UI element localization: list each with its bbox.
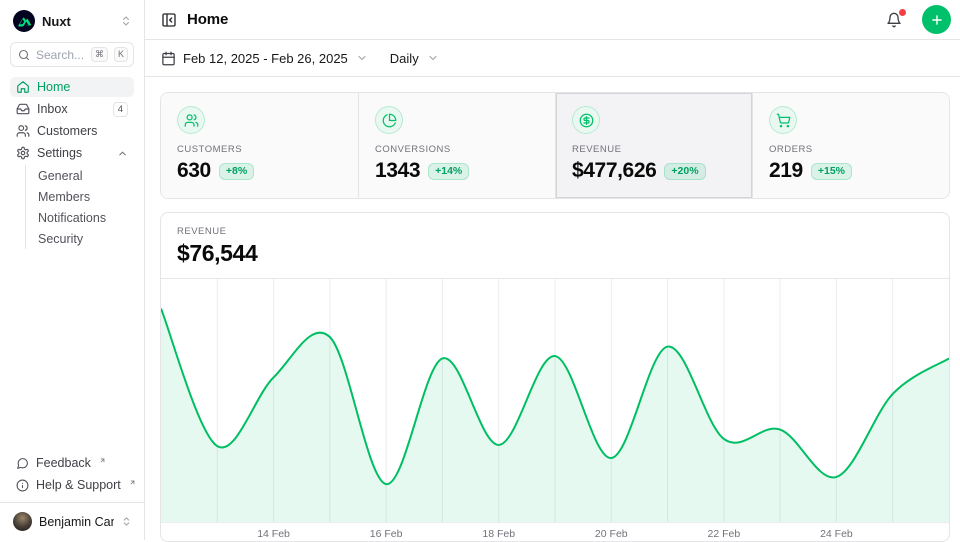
page-title: Home bbox=[187, 11, 228, 28]
stat-delta-badge: +8% bbox=[219, 163, 254, 180]
users-icon bbox=[177, 106, 205, 134]
search-placeholder: Search... bbox=[36, 48, 85, 62]
stat-delta-badge: +14% bbox=[428, 163, 469, 180]
subitem-label: Security bbox=[38, 232, 83, 246]
cart-icon bbox=[769, 106, 797, 134]
pie-chart-icon bbox=[375, 106, 403, 134]
x-tick-label: 16 Feb bbox=[370, 528, 403, 540]
filter-toolbar: Feb 12, 2025 - Feb 26, 2025 Daily bbox=[145, 40, 960, 77]
kbd-k: K bbox=[114, 47, 128, 62]
sidebar-subitem-notifications[interactable]: Notifications bbox=[38, 207, 134, 228]
workspace-switcher[interactable]: Nuxt bbox=[0, 0, 144, 41]
nuxt-logo-icon bbox=[13, 10, 35, 32]
chevron-up-icon bbox=[117, 148, 128, 159]
chevrons-up-down-icon bbox=[120, 15, 132, 27]
chart-metric-total: $76,544 bbox=[177, 240, 933, 267]
x-tick-label: 14 Feb bbox=[257, 528, 290, 540]
stats-group: CUSTOMERS 630 +8% CONVERSIONS 1343 +14% bbox=[160, 92, 950, 199]
revenue-chart-card: REVENUE $76,544 14 Feb 16 Feb 18 Feb 20 Feb… bbox=[160, 212, 950, 542]
chevron-down-icon bbox=[427, 52, 439, 64]
chart-header: REVENUE $76,544 bbox=[161, 213, 949, 278]
info-circle-icon bbox=[16, 479, 29, 492]
subitem-label: Notifications bbox=[38, 211, 106, 225]
stat-label: CUSTOMERS bbox=[177, 144, 342, 155]
settings-subnav: General Members Notifications Security bbox=[25, 165, 134, 249]
search-input[interactable]: Search... ⌘ K bbox=[10, 42, 134, 67]
external-link-icon bbox=[99, 457, 106, 464]
home-icon bbox=[16, 80, 30, 94]
date-range-value: Feb 12, 2025 - Feb 26, 2025 bbox=[183, 51, 348, 66]
inbox-count-badge: 4 bbox=[113, 102, 128, 117]
date-range-picker[interactable]: Feb 12, 2025 - Feb 26, 2025 bbox=[161, 51, 368, 66]
stat-value: 630 bbox=[177, 159, 211, 183]
x-tick-label: 22 Feb bbox=[707, 528, 740, 540]
stat-label: CONVERSIONS bbox=[375, 144, 539, 155]
stat-card-customers[interactable]: CUSTOMERS 630 +8% bbox=[161, 93, 358, 198]
external-link-icon bbox=[129, 479, 136, 486]
sidebar-item-label: Customers bbox=[37, 124, 97, 138]
sidebar-collapse-button[interactable] bbox=[161, 12, 177, 28]
sidebar-subitem-general[interactable]: General bbox=[38, 165, 134, 186]
subitem-label: Members bbox=[38, 190, 90, 204]
add-button[interactable] bbox=[922, 5, 951, 34]
chart-metric-label: REVENUE bbox=[177, 226, 933, 237]
granularity-value: Daily bbox=[390, 51, 419, 66]
user-menu[interactable]: Benjamin Canac bbox=[0, 502, 144, 540]
main-area: Home Feb 12, 2025 - Feb 26, 2025 Daily bbox=[145, 0, 960, 540]
workspace-name: Nuxt bbox=[42, 14, 113, 29]
dashboard-content: CUSTOMERS 630 +8% CONVERSIONS 1343 +14% bbox=[145, 77, 960, 542]
x-tick-label: 20 Feb bbox=[595, 528, 628, 540]
sidebar-spacer bbox=[0, 251, 144, 453]
sidebar-subitem-security[interactable]: Security bbox=[38, 228, 134, 249]
user-name: Benjamin Canac bbox=[39, 515, 114, 529]
stat-card-conversions[interactable]: CONVERSIONS 1343 +14% bbox=[358, 93, 555, 198]
stat-card-orders[interactable]: ORDERS 219 +15% bbox=[752, 93, 949, 198]
chart-plot-area[interactable] bbox=[161, 278, 949, 523]
stat-label: REVENUE bbox=[572, 144, 736, 155]
footer-link-label: Help & Support bbox=[36, 478, 121, 492]
stat-value: 219 bbox=[769, 159, 803, 183]
sidebar-item-label: Home bbox=[37, 80, 70, 94]
revenue-area-chart bbox=[161, 279, 949, 522]
sidebar-subitem-members[interactable]: Members bbox=[38, 186, 134, 207]
x-tick-label: 24 Feb bbox=[820, 528, 853, 540]
notifications-button[interactable] bbox=[882, 8, 906, 32]
stat-delta-badge: +20% bbox=[664, 163, 705, 180]
sidebar-item-home[interactable]: Home bbox=[10, 77, 134, 97]
sidebar-item-inbox[interactable]: Inbox 4 bbox=[10, 99, 134, 119]
sidebar-item-customers[interactable]: Customers bbox=[10, 121, 134, 141]
sidebar-item-label: Inbox bbox=[37, 102, 68, 116]
user-avatar bbox=[13, 512, 32, 531]
gear-icon bbox=[16, 146, 30, 160]
notification-dot bbox=[899, 9, 906, 16]
dollar-circle-icon bbox=[572, 106, 600, 134]
plus-icon bbox=[930, 13, 944, 27]
sidebar: Nuxt Search... ⌘ K Home Inbox 4 bbox=[0, 0, 145, 540]
page-header: Home bbox=[145, 0, 960, 40]
sidebar-item-label: Settings bbox=[37, 146, 82, 160]
granularity-select[interactable]: Daily bbox=[390, 51, 439, 66]
inbox-icon bbox=[16, 102, 30, 116]
x-tick-label: 18 Feb bbox=[482, 528, 515, 540]
help-support-link[interactable]: Help & Support bbox=[10, 475, 134, 495]
sidebar-footer-links: Feedback Help & Support bbox=[0, 453, 144, 502]
kbd-meta: ⌘ bbox=[91, 47, 108, 62]
chat-bubble-icon bbox=[16, 457, 29, 470]
stat-card-revenue[interactable]: REVENUE $477,626 +20% bbox=[555, 93, 752, 198]
chart-x-axis: 14 Feb 16 Feb 18 Feb 20 Feb 22 Feb 24 Feb bbox=[161, 523, 949, 542]
feedback-link[interactable]: Feedback bbox=[10, 453, 134, 473]
chevrons-up-down-icon bbox=[121, 516, 132, 527]
stat-label: ORDERS bbox=[769, 144, 933, 155]
stat-value: 1343 bbox=[375, 159, 420, 183]
subitem-label: General bbox=[38, 169, 82, 183]
calendar-icon bbox=[161, 51, 176, 66]
stat-delta-badge: +15% bbox=[811, 163, 852, 180]
users-icon bbox=[16, 124, 30, 138]
chevron-down-icon bbox=[356, 52, 368, 64]
footer-link-label: Feedback bbox=[36, 456, 91, 470]
stat-value: $477,626 bbox=[572, 159, 656, 183]
sidebar-item-settings[interactable]: Settings bbox=[10, 143, 134, 163]
sidebar-nav: Home Inbox 4 Customers Settings Ge bbox=[0, 77, 144, 251]
search-icon bbox=[18, 49, 30, 61]
